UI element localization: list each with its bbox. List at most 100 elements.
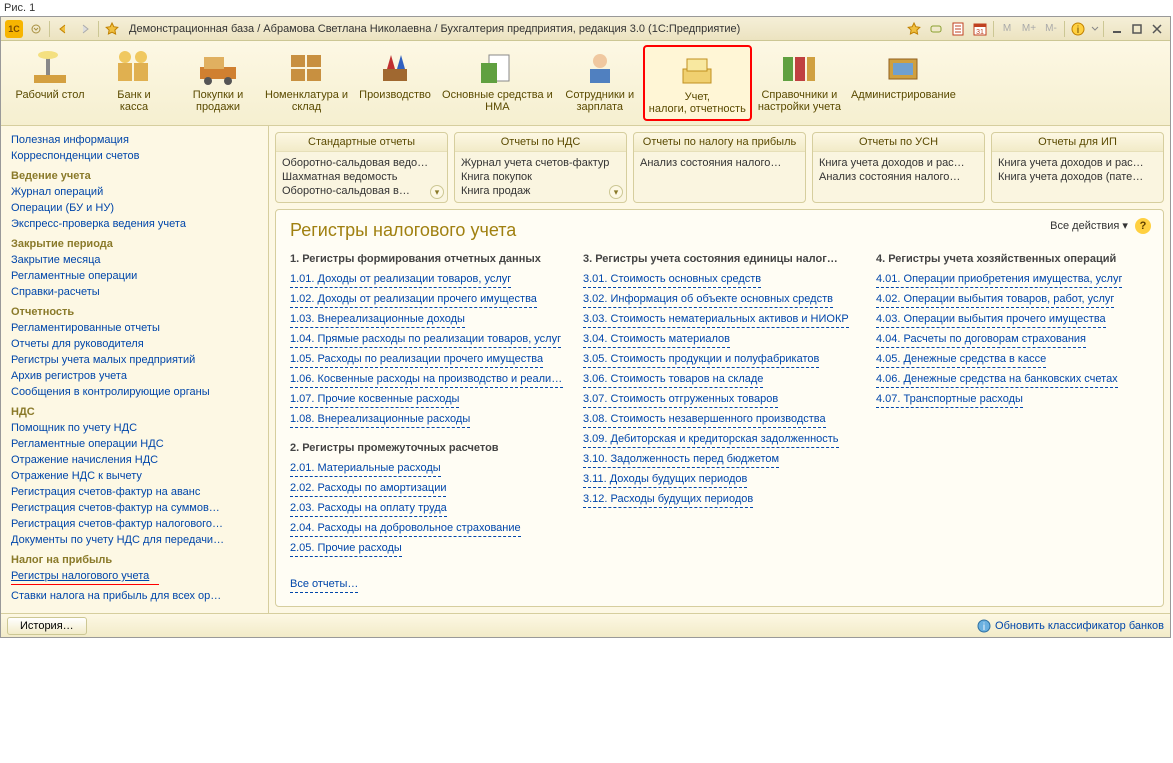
info-icon[interactable]: i (1069, 20, 1087, 38)
sidebar-link[interactable]: Экспресс-проверка ведения учета (1, 216, 268, 232)
register-link[interactable]: 4.02. Операции выбытия товаров, работ, у… (876, 291, 1114, 308)
sidebar-link[interactable]: Закрытие месяца (1, 252, 268, 268)
report-box-item[interactable]: Оборотно-сальдовая в… (282, 184, 441, 198)
sidebar-link[interactable]: Операции (БУ и НУ) (1, 200, 268, 216)
report-box-item[interactable]: Анализ состояния налого… (819, 170, 978, 184)
register-link[interactable]: 1.03. Внереализационные доходы (290, 311, 465, 328)
fav-star-icon[interactable] (905, 20, 923, 38)
register-link[interactable]: 4.07. Транспортные расходы (876, 391, 1023, 408)
m-plus-button[interactable]: M+ (1020, 20, 1038, 38)
sidebar-link[interactable]: Регламентные операции НДС (1, 436, 268, 452)
history-button[interactable]: История… (7, 617, 87, 635)
report-box-item[interactable]: Журнал учета счетов-фактур (461, 156, 620, 170)
register-link[interactable]: 1.07. Прочие косвенные расходы (290, 391, 459, 408)
register-link[interactable]: 3.11. Доходы будущих периодов (583, 471, 747, 488)
register-link[interactable]: 2.01. Материальные расходы (290, 460, 441, 477)
report-box-item[interactable]: Шахматная ведомость (282, 170, 441, 184)
sidebar-link[interactable]: Отчеты для руководителя (1, 336, 268, 352)
sidebar-link[interactable]: Регистрация счетов-фактур на аванс (1, 484, 268, 500)
register-link[interactable]: 1.01. Доходы от реализации товаров, услу… (290, 271, 511, 288)
register-link[interactable]: 3.09. Дебиторская и кредиторская задолже… (583, 431, 839, 448)
register-link[interactable]: 3.02. Информация об объекте основных сре… (583, 291, 833, 308)
sidebar-link[interactable]: Ставки налога на прибыль для всех ор… (1, 588, 268, 604)
app-icon[interactable]: 1C (5, 20, 23, 38)
calendar-icon[interactable]: 31 (971, 20, 989, 38)
help-icon[interactable]: ? (1135, 218, 1151, 234)
back-icon[interactable] (54, 20, 72, 38)
register-link[interactable]: 1.02. Доходы от реализации прочего имуще… (290, 291, 537, 308)
close-button[interactable] (1148, 20, 1166, 38)
maximize-button[interactable] (1128, 20, 1146, 38)
register-link[interactable]: 4.06. Денежные средства на банковских сч… (876, 371, 1118, 388)
link-icon[interactable] (927, 20, 945, 38)
sidebar-link[interactable]: Регистры налогового учета (11, 568, 159, 585)
toolbar-item-3[interactable]: Номенклатура исклад (261, 45, 352, 121)
update-banks-link[interactable]: i Обновить классификатор банков (977, 619, 1164, 633)
register-link[interactable]: 3.10. Задолженность перед бюджетом (583, 451, 779, 468)
sidebar-link[interactable]: Регистрация счетов-фактур на суммов… (1, 500, 268, 516)
dropdown-icon[interactable] (27, 20, 45, 38)
report-box-item[interactable]: Книга учета доходов и рас… (998, 156, 1157, 170)
register-link[interactable]: 3.01. Стоимость основных средств (583, 271, 761, 288)
sidebar-link[interactable]: Сообщения в контролирующие органы (1, 384, 268, 400)
sidebar-link[interactable]: Полезная информация (1, 132, 268, 148)
calc-icon[interactable] (949, 20, 967, 38)
sidebar-link[interactable]: Корреспонденции счетов (1, 148, 268, 164)
minimize-button[interactable] (1108, 20, 1126, 38)
report-box-item[interactable]: Книга продаж (461, 184, 620, 198)
register-link[interactable]: 3.07. Стоимость отгруженных товаров (583, 391, 778, 408)
register-link[interactable]: 1.08. Внереализационные расходы (290, 411, 470, 428)
register-link[interactable]: 3.04. Стоимость материалов (583, 331, 730, 348)
register-link[interactable]: 1.06. Косвенные расходы на производство … (290, 371, 563, 388)
all-actions-link[interactable]: Все действия ▾ (1050, 220, 1128, 232)
expand-icon[interactable]: ▾ (609, 185, 623, 199)
sidebar-link[interactable]: Регистры учета малых предприятий (1, 352, 268, 368)
sidebar-link[interactable]: Отражение НДС к вычету (1, 468, 268, 484)
register-link[interactable]: 2.02. Расходы по амортизации (290, 480, 446, 497)
sidebar-link[interactable]: Документы по учету НДС для передачи… (1, 532, 268, 548)
register-link[interactable]: 4.05. Денежные средства в кассе (876, 351, 1046, 368)
sidebar-link[interactable]: Справки-расчеты (1, 284, 268, 300)
chevron-down-icon[interactable] (1091, 22, 1099, 36)
sidebar-link[interactable]: Отражение начисления НДС (1, 452, 268, 468)
register-link[interactable]: 4.04. Расчеты по договорам страхования (876, 331, 1086, 348)
toolbar-item-2[interactable]: Покупки ипродажи (177, 45, 259, 121)
register-link[interactable]: 1.04. Прямые расходы по реализации товар… (290, 331, 561, 348)
register-link[interactable]: 2.03. Расходы на оплату труда (290, 500, 447, 517)
register-link[interactable]: 1.05. Расходы по реализации прочего имущ… (290, 351, 543, 368)
report-box-item[interactable]: Книга учета доходов и рас… (819, 156, 978, 170)
register-link[interactable]: 3.03. Стоимость нематериальных активов и… (583, 311, 849, 328)
toolbar-item-4[interactable]: Производство (354, 45, 436, 121)
toolbar-item-6[interactable]: Сотрудники изарплата (559, 45, 641, 121)
m-minus-button[interactable]: M- (1042, 20, 1060, 38)
register-link[interactable]: 4.03. Операции выбытия прочего имущества (876, 311, 1106, 328)
toolbar-item-9[interactable]: Администрирование (847, 45, 960, 121)
m-button[interactable]: M (998, 20, 1016, 38)
register-link[interactable]: 4.01. Операции приобретения имущества, у… (876, 271, 1122, 288)
sidebar-link[interactable]: Регламентированные отчеты (1, 320, 268, 336)
report-box-item[interactable]: Анализ состояния налого… (640, 156, 799, 170)
toolbar-item-1[interactable]: Банк икасса (93, 45, 175, 121)
register-link[interactable]: 3.12. Расходы будущих периодов (583, 491, 753, 508)
expand-icon[interactable]: ▾ (430, 185, 444, 199)
star-icon[interactable] (103, 20, 121, 38)
toolbar-item-5[interactable]: Основные средства иНМА (438, 45, 557, 121)
register-link[interactable]: 3.08. Стоимость незавершенного производс… (583, 411, 826, 428)
sidebar-link[interactable]: Помощник по учету НДС (1, 420, 268, 436)
toolbar-item-0[interactable]: Рабочий стол (9, 45, 91, 121)
register-link[interactable]: 3.06. Стоимость товаров на складе (583, 371, 763, 388)
report-box-item[interactable]: Книга учета доходов (пате… (998, 170, 1157, 184)
register-link[interactable]: 3.05. Стоимость продукции и полуфабрикат… (583, 351, 819, 368)
all-reports-link[interactable]: Все отчеты… (290, 576, 358, 593)
sidebar-link[interactable]: Архив регистров учета (1, 368, 268, 384)
toolbar-item-8[interactable]: Справочники инастройки учета (754, 45, 845, 121)
report-box-item[interactable]: Книга покупок (461, 170, 620, 184)
toolbar-item-7[interactable]: Учет,налоги, отчетность (643, 45, 752, 121)
report-box-item[interactable]: Оборотно-сальдовая ведо… (282, 156, 441, 170)
sidebar-link[interactable]: Регистрация счетов-фактур налогового… (1, 516, 268, 532)
forward-icon[interactable] (76, 20, 94, 38)
register-link[interactable]: 2.05. Прочие расходы (290, 540, 402, 557)
sidebar-link[interactable]: Регламентные операции (1, 268, 268, 284)
register-link[interactable]: 2.04. Расходы на добровольное страховани… (290, 520, 521, 537)
sidebar-link[interactable]: Журнал операций (1, 184, 268, 200)
